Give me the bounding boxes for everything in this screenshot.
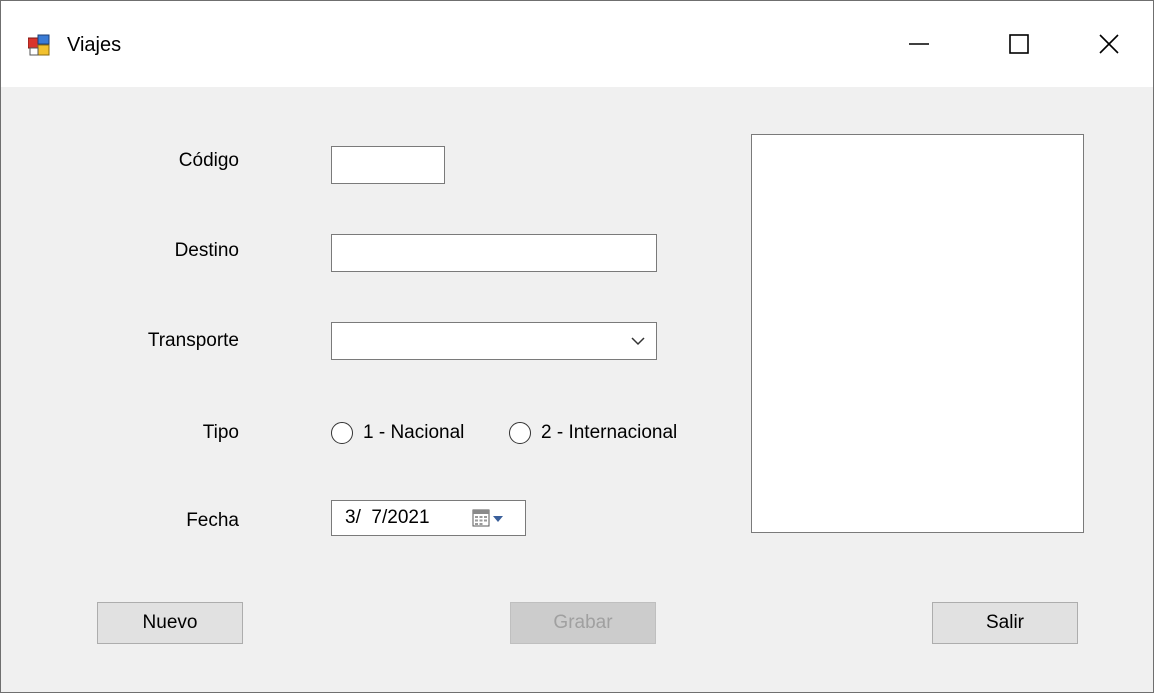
codigo-label: Código (178, 150, 239, 171)
radio-circle[interactable] (331, 422, 353, 444)
title-bar[interactable]: Viajes (1, 1, 1153, 87)
maximize-icon (1009, 34, 1029, 54)
radio-label-internacional: 2 - Internacional (541, 422, 678, 443)
tipo-radio-nacional[interactable]: 1 - Nacional (331, 421, 464, 445)
viajes-window: Viajes Código Destino Transporte Tipo 1 … (0, 0, 1154, 693)
codigo-input[interactable] (331, 146, 445, 184)
app-window-icon (28, 34, 50, 56)
chevron-down-icon[interactable] (630, 335, 646, 347)
tipo-radio-internacional[interactable]: 2 - Internacional (509, 421, 677, 445)
radio-circle[interactable] (509, 422, 531, 444)
maximize-button[interactable] (991, 19, 1047, 69)
tipo-label: Tipo (202, 422, 239, 443)
calendar-icon[interactable] (472, 508, 512, 528)
minimize-icon (909, 43, 929, 45)
close-icon (1099, 34, 1119, 54)
radio-label-nacional: 1 - Nacional (363, 422, 465, 443)
fecha-value[interactable]: 3/ 7/2021 (345, 506, 430, 530)
grabar-button[interactable]: Grabar (510, 602, 656, 644)
fecha-datepicker[interactable]: 3/ 7/2021 (331, 500, 526, 536)
destino-input[interactable] (331, 234, 657, 272)
close-button[interactable] (1081, 19, 1137, 69)
transporte-combobox[interactable] (331, 322, 657, 360)
fecha-label: Fecha (186, 510, 239, 531)
destino-label: Destino (174, 240, 239, 261)
nuevo-button[interactable]: Nuevo (97, 602, 243, 644)
viajes-listbox[interactable] (751, 134, 1084, 533)
salir-button[interactable]: Salir (932, 602, 1078, 644)
window-title: Viajes (67, 34, 122, 56)
transporte-label: Transporte (147, 330, 239, 351)
minimize-button[interactable] (891, 19, 947, 69)
